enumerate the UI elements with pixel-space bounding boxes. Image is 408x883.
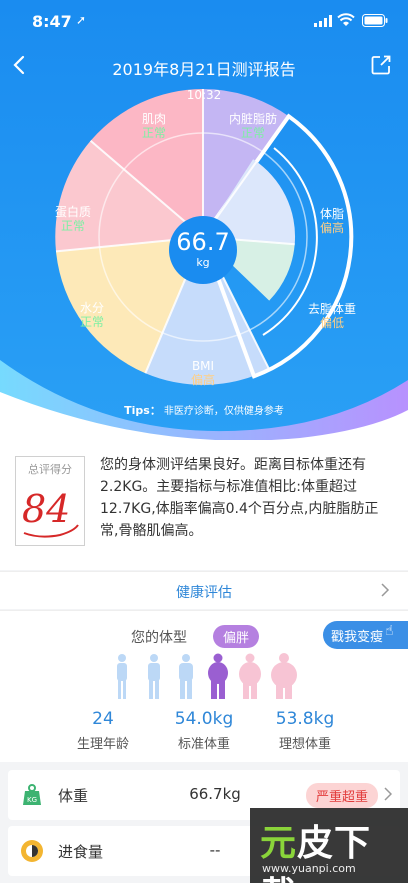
- battery-icon: [362, 14, 388, 27]
- food-icon: [21, 840, 43, 862]
- figure-overweight-selected: [208, 653, 228, 699]
- share-icon[interactable]: [370, 54, 392, 76]
- label-water: 水分 正常: [79, 301, 104, 329]
- figure-thin-2: [148, 654, 160, 699]
- get-slim-label: 戳我变瘦: [331, 630, 384, 645]
- stat-ideal-weight: 53.8kg 理想体重: [275, 709, 335, 752]
- body-type-card: 您的体型 偏胖 戳我变瘦 ☝ 24 生理年龄 54.0kg 标准体重 53.8k…: [0, 610, 408, 762]
- label-body-fat: 体脂 偏高: [319, 207, 344, 235]
- summary-card: 总评得分 84 您的身体测评结果良好。距离目标体重还有2.2KG。主要指标与标准…: [0, 440, 408, 570]
- body-type-label: 您的体型: [131, 630, 187, 646]
- metric-name: 体重: [58, 787, 89, 805]
- watermark-url: www.yuanpi.com: [262, 862, 356, 875]
- tips-label: Tips：: [124, 404, 161, 417]
- figure-normal: [179, 654, 193, 699]
- stat-age: 24 生理年龄: [76, 709, 129, 752]
- chevron-right-icon: [384, 787, 392, 801]
- svg-text:KG: KG: [27, 796, 37, 804]
- score-label: 总评得分: [28, 463, 72, 476]
- status-bar: 8:47 ➚: [0, 0, 408, 44]
- wifi-icon: [337, 13, 355, 26]
- body-type-figures: [117, 653, 297, 699]
- center-weight: 66.7 kg: [170, 228, 236, 270]
- report-time: 10:32: [186, 88, 222, 102]
- kg-weight-icon: KG: [23, 784, 41, 805]
- center-weight-unit: kg: [196, 256, 210, 269]
- tips-text: 非医疗诊断，仅供健身参考: [163, 406, 284, 417]
- center-weight-value: 66.7: [176, 228, 230, 256]
- metric-value: --: [209, 841, 221, 859]
- figure-thin-1: [117, 654, 127, 699]
- metric-status-badge: 严重超重: [306, 783, 379, 808]
- label-muscle: 肌肉 正常: [141, 112, 166, 140]
- stat-standard-weight: 54.0kg 标准体重: [174, 709, 234, 752]
- label-bmi: BMI 偏高: [190, 359, 215, 387]
- metric-value: 66.7kg: [189, 785, 241, 803]
- nav-bar: 2019年8月21日测评报告: [0, 48, 408, 84]
- tips-note: Tips： 非医疗诊断，仅供健身参考: [0, 402, 408, 418]
- label-lean-mass: 去脂体重 偏低: [307, 302, 356, 330]
- figure-obese-1: [239, 653, 261, 699]
- site-watermark: 元皮下载 www.yuanpi.com: [250, 808, 408, 883]
- figure-obese-2: [271, 653, 297, 699]
- status-time: 8:47: [32, 12, 72, 31]
- body-type-badge: 偏胖: [213, 625, 260, 648]
- summary-text: 您的身体测评结果良好。距离目标体重还有2.2KG。主要指标与标准值相比:体重超过…: [100, 457, 379, 539]
- metric-name: 进食量: [58, 843, 104, 861]
- score-stamp: 总评得分 84: [15, 456, 85, 546]
- chevron-right-icon: [381, 583, 390, 597]
- health-assessment-label: 健康评估: [176, 585, 232, 601]
- score-underline-icon: [23, 524, 79, 538]
- page-title: 2019年8月21日测评报告: [112, 60, 296, 79]
- cellular-signal-icon: [314, 15, 332, 27]
- health-assessment-row[interactable]: 健康评估: [0, 571, 408, 609]
- get-slim-button[interactable]: 戳我变瘦 ☝: [323, 621, 408, 649]
- location-arrow-icon: ➚: [76, 13, 87, 27]
- tap-hand-icon: ☝: [385, 623, 394, 639]
- label-protein: 蛋白质 正常: [54, 205, 91, 233]
- label-visceral-fat: 内脏脂肪 正常: [228, 112, 277, 140]
